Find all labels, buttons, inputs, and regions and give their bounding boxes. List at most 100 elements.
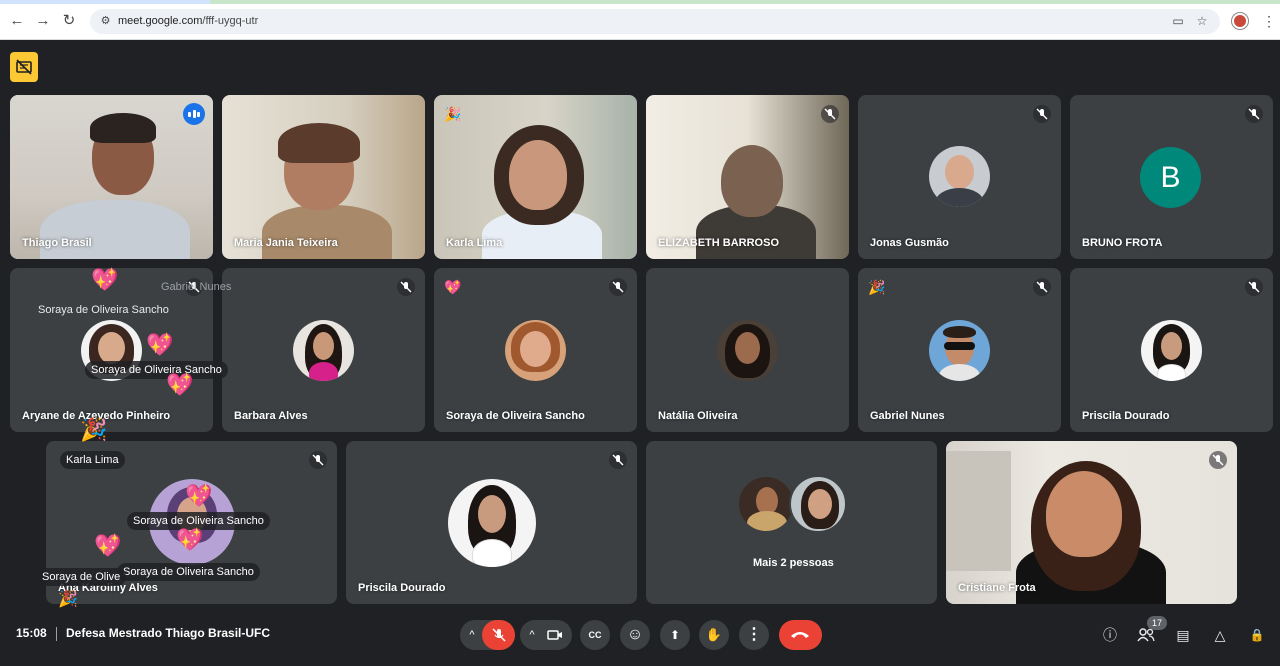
present-button[interactable]: ⬆	[660, 620, 690, 650]
participant-tile[interactable]: Jonas Gusmão	[858, 95, 1061, 259]
party-reaction-icon: 🎉	[80, 417, 108, 442]
meeting-details-icon[interactable]: ⓘ	[1101, 626, 1119, 644]
video-person	[262, 205, 392, 259]
mic-off-icon	[1245, 278, 1263, 296]
avatar	[717, 320, 778, 381]
meeting-title: Defesa Mestrado Thiago Brasil-UFC	[66, 626, 271, 640]
reaction-sender-label: Gabriel Nunes	[161, 281, 232, 293]
heart-reaction-icon: 💖	[94, 533, 122, 558]
avatar	[929, 146, 990, 207]
participant-name: Natália Oliveira	[658, 410, 738, 422]
participant-tile[interactable]: Natália Oliveira	[646, 268, 849, 432]
avatar	[789, 475, 847, 533]
url-path: /fff-uygq-utr	[202, 15, 259, 27]
speaking-indicator-icon	[183, 103, 205, 125]
party-reaction-icon: 🎉	[444, 106, 462, 122]
camera-control[interactable]: ^	[520, 620, 572, 650]
avatar	[929, 320, 990, 381]
chevron-up-icon[interactable]: ^	[520, 620, 544, 650]
avatar	[737, 475, 795, 533]
heart-reaction-icon: 💖	[444, 279, 462, 295]
participant-tile[interactable]: B BRUNO FROTA	[1070, 95, 1273, 259]
divider	[56, 627, 57, 641]
mic-toggle-button[interactable]	[482, 620, 515, 650]
avatar-coat	[1157, 364, 1186, 381]
site-info-icon[interactable]: ⚙	[98, 14, 113, 29]
heart-reaction-icon: 💖	[146, 332, 174, 357]
others-tile[interactable]: Mais 2 pessoas	[646, 441, 937, 604]
mic-control[interactable]: ^	[460, 620, 515, 650]
mic-off-icon	[1209, 451, 1227, 469]
video-person-head	[721, 145, 783, 217]
avatar	[505, 320, 566, 381]
avatar	[293, 320, 354, 381]
mic-off-icon	[1033, 105, 1051, 123]
mic-off-icon	[397, 278, 415, 296]
video-person-hair	[90, 113, 156, 143]
mic-off-icon	[821, 105, 839, 123]
avatar-face	[735, 332, 760, 364]
reaction-sender-label: Soraya de Oliveira Sancho	[85, 361, 228, 379]
activities-icon[interactable]: △	[1211, 626, 1229, 644]
reaction-sender-label: Soraya de Olive	[36, 568, 127, 586]
participant-tile[interactable]: Priscila Dourado	[1070, 268, 1273, 432]
captions-icon: CC	[588, 630, 602, 640]
participant-name: Jonas Gusmão	[870, 237, 949, 249]
participant-name: Gabriel Nunes	[870, 410, 945, 422]
video-shelf	[946, 451, 1011, 571]
participant-tile[interactable]: Cristiane Frota	[946, 441, 1237, 604]
more-options-button[interactable]: ⋮	[739, 620, 769, 650]
video-person-head	[1046, 471, 1122, 557]
forward-icon[interactable]: →	[34, 12, 52, 30]
emoji-icon: ☺	[626, 626, 644, 643]
url-host: meet.google.com	[118, 15, 203, 27]
tab-strip	[0, 0, 1280, 4]
party-reaction-icon: 🎉	[868, 279, 886, 295]
clock: 15:08	[16, 626, 47, 640]
participant-tile[interactable]: Thiago Brasil	[10, 95, 213, 259]
browser-menu-icon[interactable]: ⋮	[1262, 12, 1276, 30]
reaction-sender-label: Soraya de Oliveira Sancho	[117, 563, 260, 581]
camera-icon[interactable]	[547, 629, 563, 641]
meeting-controls-bar: 15:08 Defesa Mestrado Thiago Brasil-UFC …	[0, 606, 1280, 666]
participant-tile[interactable]: Barbara Alves	[222, 268, 425, 432]
participant-tile[interactable]: Maria Jania Teixeira	[222, 95, 425, 259]
url-text[interactable]: meet.google.com/fff-uygq-utr	[118, 15, 258, 27]
tab-accent	[210, 0, 1280, 4]
reactions-button[interactable]: ☺	[620, 620, 650, 650]
back-icon[interactable]: ←	[8, 12, 26, 30]
avatar-initial: B	[1140, 147, 1201, 208]
leave-call-button[interactable]	[779, 620, 822, 650]
star-icon[interactable]: ☆	[1195, 14, 1209, 28]
participant-tile[interactable]: 🎉 Gabriel Nunes	[858, 268, 1061, 432]
participant-name: BRUNO FROTA	[1082, 237, 1163, 249]
avatar-face	[478, 495, 506, 533]
chevron-up-icon[interactable]: ^	[460, 620, 484, 650]
avatar-face	[520, 331, 551, 367]
avatar-face	[313, 332, 334, 360]
mic-off-icon	[609, 451, 627, 469]
participant-name: Priscila Dourado	[358, 582, 446, 594]
chat-icon[interactable]: ▤	[1174, 626, 1192, 644]
raise-hand-button[interactable]: ✋	[699, 620, 729, 650]
reload-icon[interactable]: ↻	[60, 12, 78, 30]
participant-tile[interactable]: 🎉 Karla Lima	[434, 95, 637, 259]
participant-tile[interactable]: 💖 Soraya de Oliveira Sancho	[434, 268, 637, 432]
captions-button[interactable]: CC	[580, 620, 610, 650]
avatar-face	[945, 155, 974, 189]
mic-off-icon	[1245, 105, 1263, 123]
people-icon[interactable]	[1137, 628, 1155, 642]
mic-off-icon	[309, 451, 327, 469]
heart-reaction-icon: 💖	[185, 483, 213, 508]
host-controls-icon[interactable]: 🔒	[1248, 626, 1266, 644]
recording-badge[interactable]	[10, 52, 38, 82]
video-person-head	[509, 140, 567, 210]
camera-icon[interactable]: ▭	[1171, 14, 1185, 28]
participant-tile[interactable]: Priscila Dourado	[346, 441, 637, 604]
avatar-face	[98, 332, 125, 364]
participant-name: ELIZABETH BARROSO	[658, 237, 779, 249]
profile-avatar[interactable]	[1232, 13, 1248, 29]
avatar-sunglasses	[944, 342, 975, 350]
participant-tile[interactable]: ELIZABETH BARROSO	[646, 95, 849, 259]
address-bar[interactable]: ⚙ meet.google.com/fff-uygq-utr ▭ ☆	[90, 9, 1220, 34]
